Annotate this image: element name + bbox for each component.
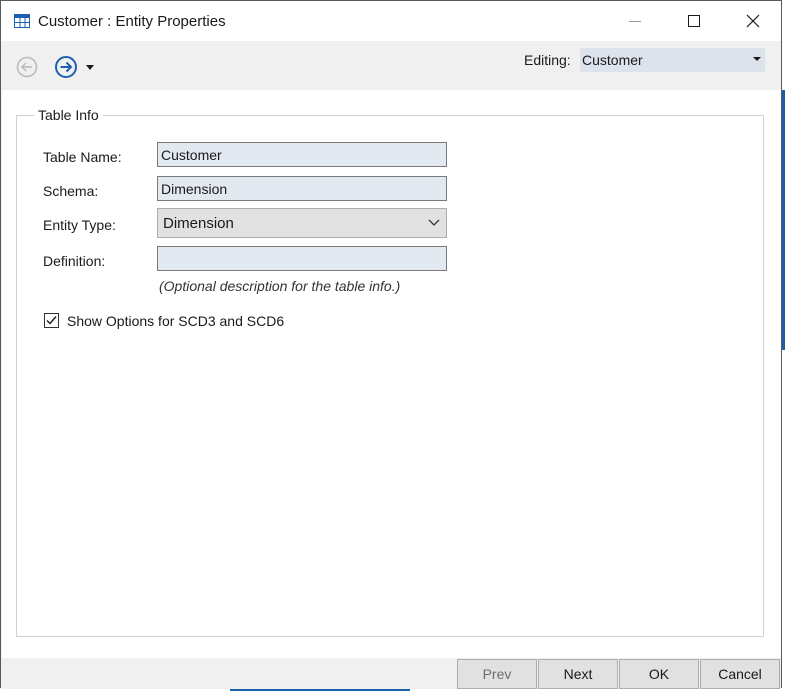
chevron-down-icon xyxy=(428,219,440,226)
editing-dropdown[interactable]: Customer xyxy=(580,48,765,72)
window-title: Customer : Entity Properties xyxy=(38,13,226,30)
close-icon xyxy=(746,14,760,28)
forward-dropdown-icon[interactable] xyxy=(86,65,94,70)
table-name-label: Table Name: xyxy=(43,149,122,165)
next-button[interactable]: Next xyxy=(538,659,618,689)
content-panel: Table Info Table Name: Customer Schema: … xyxy=(2,90,781,658)
show-options-label[interactable]: Show Options for SCD3 and SCD6 xyxy=(67,313,284,329)
minimize-button[interactable] xyxy=(612,1,658,41)
table-name-field[interactable]: Customer xyxy=(157,142,447,167)
table-info-legend: Table Info xyxy=(34,107,103,123)
entity-properties-window: Customer : Entity Properties Editing: Cu… xyxy=(0,0,782,689)
checkmark-icon xyxy=(46,316,57,325)
schema-label: Schema: xyxy=(43,183,99,199)
definition-field[interactable] xyxy=(157,246,447,271)
entity-type-label: Entity Type: xyxy=(43,217,116,233)
definition-label: Definition: xyxy=(43,253,106,269)
editing-label: Editing: xyxy=(524,52,571,68)
show-options-checkbox[interactable] xyxy=(44,313,59,328)
ok-button[interactable]: OK xyxy=(619,659,699,689)
definition-hint: (Optional description for the table info… xyxy=(159,278,401,294)
back-arrow-icon[interactable] xyxy=(16,56,38,78)
entity-type-value: Dimension xyxy=(163,215,234,232)
cancel-button[interactable]: Cancel xyxy=(700,659,780,689)
editing-value: Customer xyxy=(582,52,643,68)
maximize-button[interactable] xyxy=(671,1,717,41)
maximize-icon xyxy=(688,15,700,27)
prev-button[interactable]: Prev xyxy=(457,659,537,689)
close-button[interactable] xyxy=(730,1,776,41)
schema-field[interactable]: Dimension xyxy=(157,176,447,201)
title-bar[interactable]: Customer : Entity Properties xyxy=(1,1,781,41)
table-icon xyxy=(14,14,30,28)
minimize-icon xyxy=(629,21,641,22)
entity-type-select[interactable]: Dimension xyxy=(157,208,447,238)
forward-arrow-icon[interactable] xyxy=(54,55,78,79)
chevron-down-icon xyxy=(753,57,761,61)
